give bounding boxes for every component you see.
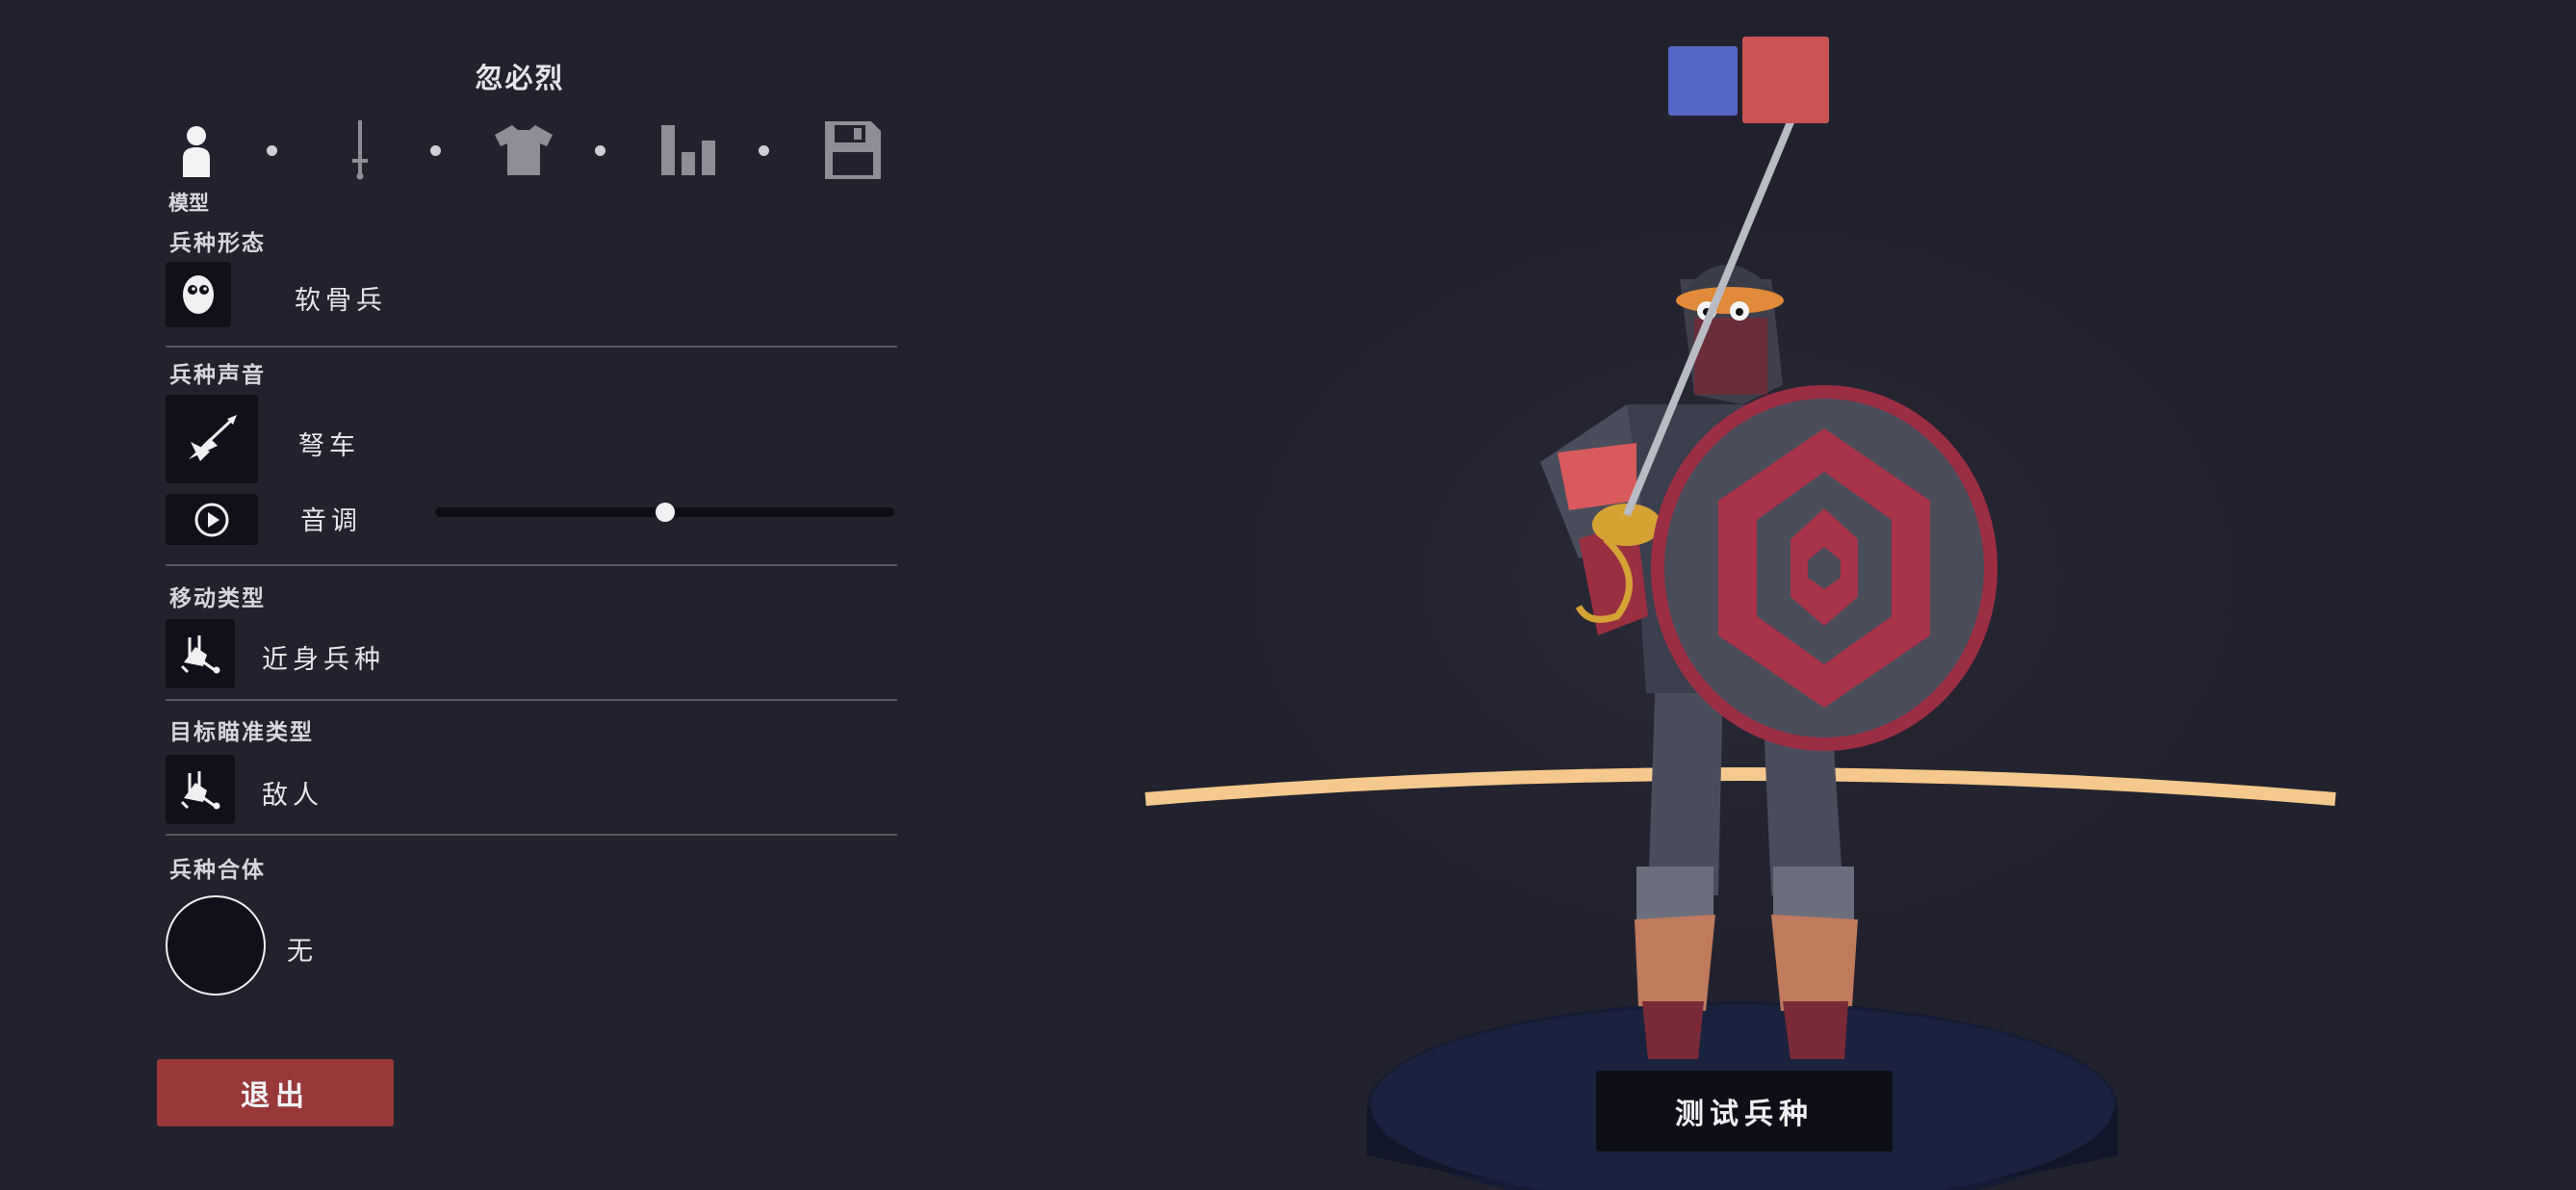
team-blue-button[interactable]: [1668, 46, 1738, 116]
team-red-button[interactable]: [1742, 37, 1829, 123]
unit-preview-scene: [1069, 96, 2416, 1190]
test-unit-button[interactable]: 测试兵种: [1596, 1071, 1893, 1151]
